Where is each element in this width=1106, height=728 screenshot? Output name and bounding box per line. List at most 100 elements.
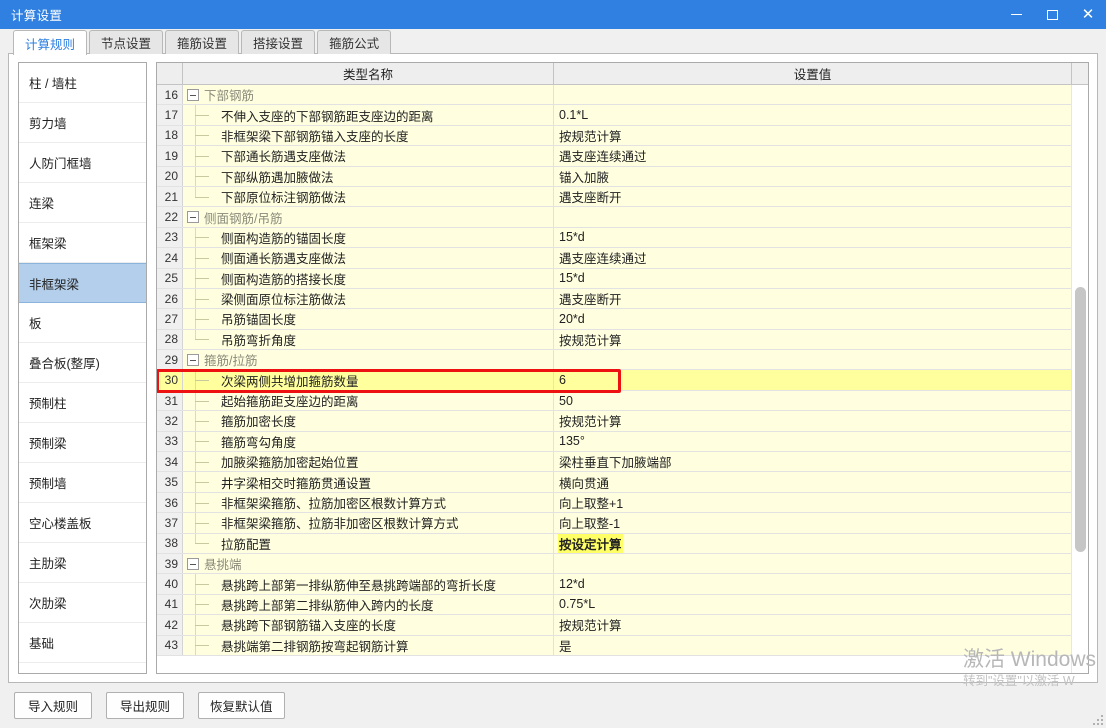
row-setting-value-cell[interactable]: 遇支座断开 — [554, 289, 1088, 308]
row-setting-value-cell[interactable]: 遇支座连续通过 — [554, 146, 1088, 165]
row-type-name-cell[interactable]: 次梁两侧共增加箍筋数量 — [183, 370, 554, 390]
table-row[interactable]: 17 不伸入支座的下部钢筋距支座边的距离 0.1*L — [157, 105, 1088, 126]
sidebar-item-0[interactable]: 柱 / 墙柱 — [19, 63, 146, 103]
row-type-name-cell[interactable]: 下部通长筋遇支座做法 — [183, 146, 554, 166]
row-setting-value-cell[interactable]: 20*d — [554, 309, 1088, 328]
row-setting-value-cell[interactable]: 0.1*L — [554, 105, 1088, 124]
row-setting-value-cell[interactable]: 按规范计算 — [554, 615, 1088, 634]
sidebar-item-2[interactable]: 人防门框墙 — [19, 143, 146, 183]
row-setting-value-cell[interactable]: 横向贯通 — [554, 472, 1088, 491]
import-rules-button[interactable]: 导入规则 — [14, 692, 92, 719]
table-row[interactable]: 20 下部纵筋遇加腋做法 锚入加腋 — [157, 166, 1088, 187]
sidebar-item-9[interactable]: 预制梁 — [19, 423, 146, 463]
table-row[interactable]: 32 箍筋加密长度 按规范计算 — [157, 411, 1088, 432]
table-row[interactable]: 30 次梁两侧共增加箍筋数量 6 — [157, 370, 1088, 391]
component-type-sidebar[interactable]: 柱 / 墙柱 剪力墙 人防门框墙 连梁 框架梁 非框架梁板叠合板(整厚) 预制柱 预制梁 预制墙… — [18, 62, 147, 674]
row-type-name-cell[interactable]: 拉筋配置 — [183, 533, 554, 553]
row-type-name-cell[interactable]: 侧面钢筋/吊筋 — [183, 207, 554, 227]
sidebar-item-6[interactable]: 板 — [19, 303, 146, 343]
row-setting-value-cell[interactable]: 6 — [554, 370, 1088, 390]
close-button[interactable]: ✕ — [1070, 0, 1106, 29]
sidebar-item-11[interactable]: 空心楼盖板 — [19, 503, 146, 543]
minimize-button[interactable] — [998, 0, 1034, 29]
sidebar-item-4[interactable]: 框架梁 — [19, 223, 146, 263]
row-type-name-cell[interactable]: 侧面通长筋遇支座做法 — [183, 248, 554, 268]
tree-collapse-icon[interactable] — [187, 353, 199, 366]
sidebar-item-15[interactable]: 基础主梁 / 承台梁 — [19, 663, 146, 673]
tree-collapse-icon[interactable] — [187, 211, 199, 224]
row-setting-value-cell[interactable]: 遇支座断开 — [554, 187, 1088, 206]
sidebar-item-12[interactable]: 主肋梁 — [19, 543, 146, 583]
tree-collapse-icon[interactable] — [187, 88, 199, 101]
table-row[interactable]: 28 吊筋弯折角度 按规范计算 — [157, 329, 1088, 351]
row-type-name-cell[interactable]: 吊筋弯折角度 — [183, 329, 554, 350]
tree-collapse-icon[interactable] — [187, 557, 199, 570]
sidebar-item-8[interactable]: 预制柱 — [19, 383, 146, 423]
row-type-name-cell[interactable]: 悬挑端第二排钢筋按弯起钢筋计算 — [183, 635, 554, 655]
sidebar-item-14[interactable]: 基础 — [19, 623, 146, 663]
table-row[interactable]: 31 起始箍筋距支座边的距离 50 — [157, 390, 1088, 412]
table-row[interactable]: 33 箍筋弯勾角度 135° — [157, 431, 1088, 453]
row-type-name-cell[interactable]: 下部钢筋 — [183, 85, 554, 105]
row-setting-value-cell[interactable]: 12*d — [554, 574, 1088, 593]
row-type-name-cell[interactable]: 箍筋/拉筋 — [183, 350, 554, 370]
row-setting-value-cell[interactable]: 15*d — [554, 228, 1088, 247]
table-row[interactable]: 21 下部原位标注钢筋做法 遇支座断开 — [157, 186, 1088, 208]
row-type-name-cell[interactable]: 不伸入支座的下部钢筋距支座边的距离 — [183, 105, 554, 125]
table-row[interactable]: 37 非框架梁箍筋、拉筋非加密区根数计算方式 向上取整-1 — [157, 513, 1088, 534]
sidebar-item-7[interactable]: 叠合板(整厚) — [19, 343, 146, 383]
sidebar-item-10[interactable]: 预制墙 — [19, 463, 146, 503]
row-type-name-cell[interactable]: 吊筋锚固长度 — [183, 309, 554, 329]
row-type-name-cell[interactable]: 起始箍筋距支座边的距离 — [183, 390, 554, 411]
row-type-name-cell[interactable]: 悬挑跨下部钢筋锚入支座的长度 — [183, 615, 554, 635]
table-row[interactable]: 38 拉筋配置 按设定计算 — [157, 533, 1088, 554]
grid-scroll-thumb[interactable] — [1075, 287, 1086, 552]
row-setting-value-cell[interactable]: 遇支座连续通过 — [554, 248, 1088, 267]
grid-vertical-scrollbar[interactable] — [1071, 85, 1088, 673]
row-type-name-cell[interactable]: 非框架梁下部钢筋锚入支座的长度 — [183, 125, 554, 146]
row-type-name-cell[interactable]: 箍筋弯勾角度 — [183, 431, 554, 452]
row-setting-value-cell[interactable]: 是 — [554, 636, 1088, 655]
row-setting-value-cell[interactable] — [554, 350, 1088, 369]
tab-0[interactable]: 计算规则 — [13, 30, 88, 55]
table-row[interactable]: 40 悬挑跨上部第一排纵筋伸至悬挑跨端部的弯折长度 12*d — [157, 574, 1088, 595]
table-row[interactable]: 39 悬挑端 — [157, 553, 1088, 575]
row-type-name-cell[interactable]: 悬挑跨上部第一排纵筋伸至悬挑跨端部的弯折长度 — [183, 574, 554, 594]
table-row[interactable]: 22 侧面钢筋/吊筋 — [157, 207, 1088, 228]
tab-4[interactable]: 箍筋公式 — [317, 30, 392, 54]
table-row[interactable]: 26 梁侧面原位标注筋做法 遇支座断开 — [157, 288, 1088, 310]
row-setting-value-cell[interactable]: 梁柱垂直下加腋端部 — [554, 452, 1088, 471]
row-type-name-cell[interactable]: 下部纵筋遇加腋做法 — [183, 166, 554, 186]
tab-1[interactable]: 节点设置 — [89, 30, 164, 54]
tab-3[interactable]: 搭接设置 — [241, 30, 316, 54]
export-rules-button[interactable]: 导出规则 — [106, 692, 184, 719]
table-row[interactable]: 23 侧面构造筋的锚固长度 15*d — [157, 227, 1088, 249]
table-row[interactable]: 35 井字梁相交时箍筋贯通设置 横向贯通 — [157, 472, 1088, 493]
table-row[interactable]: 41 悬挑跨上部第二排纵筋伸入跨内的长度 0.75*L — [157, 594, 1088, 616]
tab-2[interactable]: 箍筋设置 — [165, 30, 240, 54]
row-setting-value-cell[interactable]: 按规范计算 — [554, 126, 1088, 145]
row-type-name-cell[interactable]: 加腋梁箍筋加密起始位置 — [183, 452, 554, 472]
row-setting-value-cell[interactable] — [554, 85, 1088, 104]
row-setting-value-cell[interactable]: 15*d — [554, 269, 1088, 288]
row-setting-value-cell[interactable]: 135° — [554, 432, 1088, 451]
table-row[interactable]: 24 侧面通长筋遇支座做法 遇支座连续通过 — [157, 248, 1088, 269]
table-row[interactable]: 18 非框架梁下部钢筋锚入支座的长度 按规范计算 — [157, 125, 1088, 147]
header-type-name[interactable]: 类型名称 — [183, 63, 554, 84]
row-type-name-cell[interactable]: 箍筋加密长度 — [183, 411, 554, 431]
row-type-name-cell[interactable]: 侧面构造筋的搭接长度 — [183, 268, 554, 288]
row-type-name-cell[interactable]: 侧面构造筋的锚固长度 — [183, 227, 554, 248]
row-setting-value-cell[interactable]: 锚入加腋 — [554, 167, 1088, 186]
row-setting-value-cell[interactable]: 50 — [554, 391, 1088, 410]
sidebar-item-5[interactable]: 非框架梁 — [19, 263, 146, 303]
sidebar-item-3[interactable]: 连梁 — [19, 183, 146, 223]
table-row[interactable]: 34 加腋梁箍筋加密起始位置 梁柱垂直下加腋端部 — [157, 452, 1088, 473]
row-setting-value-cell[interactable] — [554, 207, 1088, 226]
row-setting-value-cell[interactable] — [554, 554, 1088, 573]
sidebar-item-13[interactable]: 次肋梁 — [19, 583, 146, 623]
resize-grip[interactable] — [1091, 713, 1103, 725]
row-setting-value-cell[interactable]: 按规范计算 — [554, 330, 1088, 349]
row-setting-value-cell[interactable]: 按规范计算 — [554, 411, 1088, 430]
row-type-name-cell[interactable]: 非框架梁箍筋、拉筋加密区根数计算方式 — [183, 492, 554, 513]
row-type-name-cell[interactable]: 梁侧面原位标注筋做法 — [183, 288, 554, 309]
